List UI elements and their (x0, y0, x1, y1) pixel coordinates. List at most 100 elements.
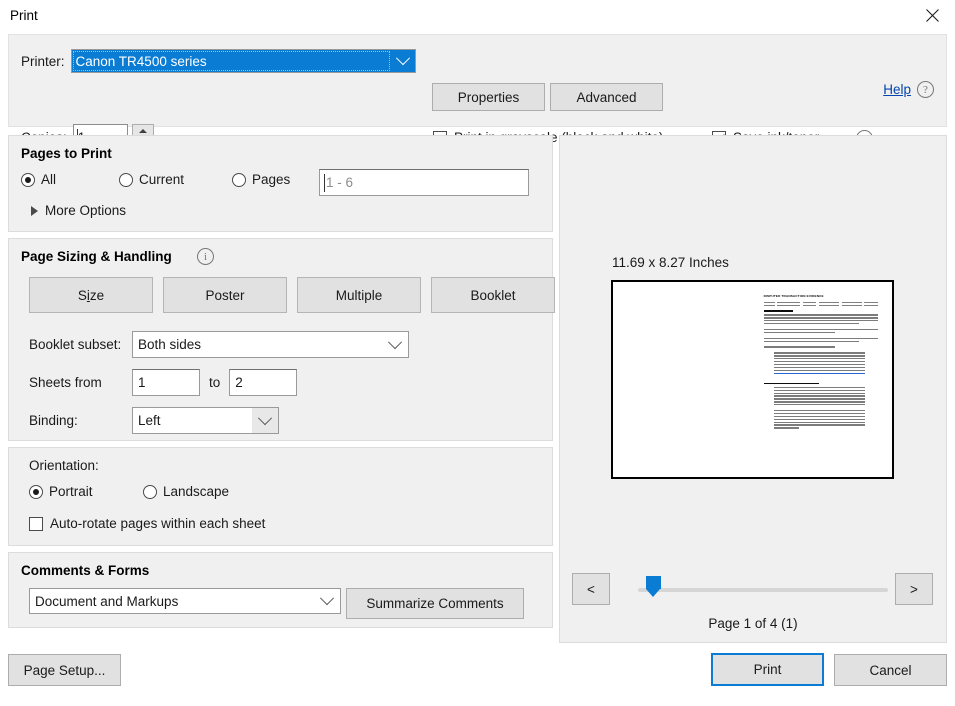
preview-text-line (763, 317, 879, 319)
preview-list-line (773, 366, 866, 369)
advanced-button[interactable]: Advanced (550, 83, 663, 111)
summarize-comments-button[interactable]: Summarize Comments (346, 588, 524, 619)
preview-list-line (773, 361, 866, 363)
sheets-to-label: to (209, 375, 221, 390)
settings-column: Pages to Print All Current Pages 1 - 6 M… (8, 135, 555, 634)
page-slider-thumb[interactable] (646, 576, 661, 597)
preview-text-line (763, 340, 859, 342)
info-icon[interactable]: i (197, 248, 214, 265)
preview-text-line (773, 404, 866, 406)
chevron-down-icon (252, 408, 278, 433)
auto-rotate-label: Auto-rotate pages within each sheet (50, 516, 266, 531)
question-mark-icon[interactable]: ? (917, 81, 934, 98)
radio-all-label: All (41, 172, 57, 187)
page-range-input[interactable]: 1 - 6 (319, 169, 529, 196)
preview-table-row (763, 304, 879, 307)
sizing-button-group: Si ze Poster Multiple Booklet (29, 277, 555, 313)
orientation-label: Orientation: (29, 458, 99, 473)
size-button[interactable]: Si ze (29, 277, 153, 313)
properties-button[interactable]: Properties (432, 83, 545, 111)
radio-current[interactable]: Current (119, 172, 184, 187)
radio-all[interactable]: All (21, 172, 56, 187)
sheets-from-label: Sheets from (29, 375, 102, 390)
booklet-subset-row: Booklet subset: Both sides (29, 331, 409, 358)
binding-value: Left (138, 413, 161, 428)
page-sizing-title: Page Sizing & Handling (21, 249, 172, 264)
binding-select[interactable]: Left (132, 407, 279, 434)
preview-text-line (773, 427, 800, 429)
comments-forms-section: Comments & Forms Document and Markups Su… (8, 552, 553, 628)
sheets-range-row: Sheets from 1 to 2 (29, 369, 298, 396)
pages-to-print-title: Pages to Print (21, 146, 112, 161)
booklet-subset-value: Both sides (138, 337, 202, 352)
checkbox-box (29, 516, 43, 531)
printer-select[interactable]: Canon TR4500 series (70, 49, 416, 73)
close-icon[interactable] (909, 0, 955, 30)
preview-text-line (773, 386, 866, 389)
radio-pages[interactable]: Pages (232, 172, 290, 187)
preview-text-line (773, 401, 866, 403)
preview-list-line (773, 352, 866, 354)
chevron-right-icon (31, 205, 38, 216)
preview-text-line (773, 418, 866, 420)
more-options-label: More Options (45, 203, 127, 218)
chevron-down-icon (382, 332, 408, 357)
preview-text-line (763, 328, 879, 331)
comments-forms-title: Comments & Forms (21, 563, 150, 578)
preview-text-line (763, 346, 835, 348)
preview-list-line (773, 369, 866, 372)
preview-text-line (773, 412, 866, 415)
poster-button[interactable]: Poster (163, 277, 287, 313)
booklet-button[interactable]: Booklet (431, 277, 555, 313)
page-preview-thumbnail[interactable]: DISPUTED TRANSACTION EVIDENCE (611, 280, 894, 479)
booklet-subset-label: Booklet subset: (29, 337, 122, 352)
preview-list-line (773, 358, 866, 360)
booklet-subset-select[interactable]: Both sides (132, 331, 409, 358)
comments-forms-value: Document and Markups (35, 593, 179, 609)
print-button[interactable]: Print (711, 653, 824, 686)
printer-selected-value: Canon TR4500 series (72, 50, 391, 72)
radio-pages-label: Pages (252, 172, 291, 187)
print-preview-panel: 11.69 x 8.27 Inches DISPUTED TRANSACTION… (559, 135, 947, 643)
radio-landscape-label: Landscape (163, 484, 230, 499)
cancel-button[interactable]: Cancel (834, 654, 947, 686)
title-bar: Print (0, 0, 955, 30)
preview-heading-line (763, 310, 794, 312)
preview-text-line (773, 410, 866, 412)
page-slider-track[interactable] (638, 588, 888, 592)
preview-text-line (773, 424, 866, 426)
multiple-button[interactable]: Multiple (297, 277, 421, 313)
help-link-group[interactable]: Help ? (883, 81, 934, 98)
page-count-label: Page 1 of 4 (1) (708, 616, 798, 631)
preview-page-size-label: 11.69 x 8.27 Inches (612, 255, 729, 270)
next-page-button[interactable]: > (895, 573, 933, 605)
previous-page-button[interactable]: < (572, 573, 610, 605)
preview-text-line (763, 323, 859, 325)
chevron-down-icon (391, 50, 415, 72)
preview-document-title: DISPUTED TRANSACTION EVIDENCE (763, 293, 824, 298)
binding-label: Binding: (29, 413, 78, 428)
radio-dot (119, 172, 133, 187)
preview-text-line (763, 320, 879, 322)
preview-text-line (773, 395, 866, 397)
pages-to-print-section: Pages to Print All Current Pages 1 - 6 M… (8, 135, 553, 232)
printer-label: Printer: (21, 53, 65, 69)
auto-rotate-checkbox[interactable]: Auto-rotate pages within each sheet (29, 516, 265, 531)
preview-text-line (773, 415, 866, 418)
sheets-to-input[interactable]: 2 (229, 369, 298, 396)
radio-landscape[interactable]: Landscape (143, 484, 229, 499)
page-sizing-section: Page Sizing & Handling i Si ze Poster Mul… (8, 238, 555, 441)
radio-portrait[interactable]: Portrait (29, 484, 93, 499)
preview-list-line (773, 363, 866, 366)
preview-text-line (773, 392, 866, 394)
sheets-from-input[interactable]: 1 (132, 369, 200, 396)
printer-header-panel: Printer: Canon TR4500 series Properties … (8, 34, 947, 150)
preview-document-content: DISPUTED TRANSACTION EVIDENCE (763, 293, 879, 431)
comments-forms-select[interactable]: Document and Markups (29, 588, 341, 614)
preview-text-line (763, 314, 879, 316)
help-link[interactable]: Help (883, 82, 911, 97)
printer-row: Printer: Canon TR4500 series (21, 49, 416, 73)
preview-text-line (763, 331, 835, 334)
more-options-toggle[interactable]: More Options (31, 203, 126, 218)
page-setup-button[interactable]: Page Setup... (8, 654, 121, 686)
